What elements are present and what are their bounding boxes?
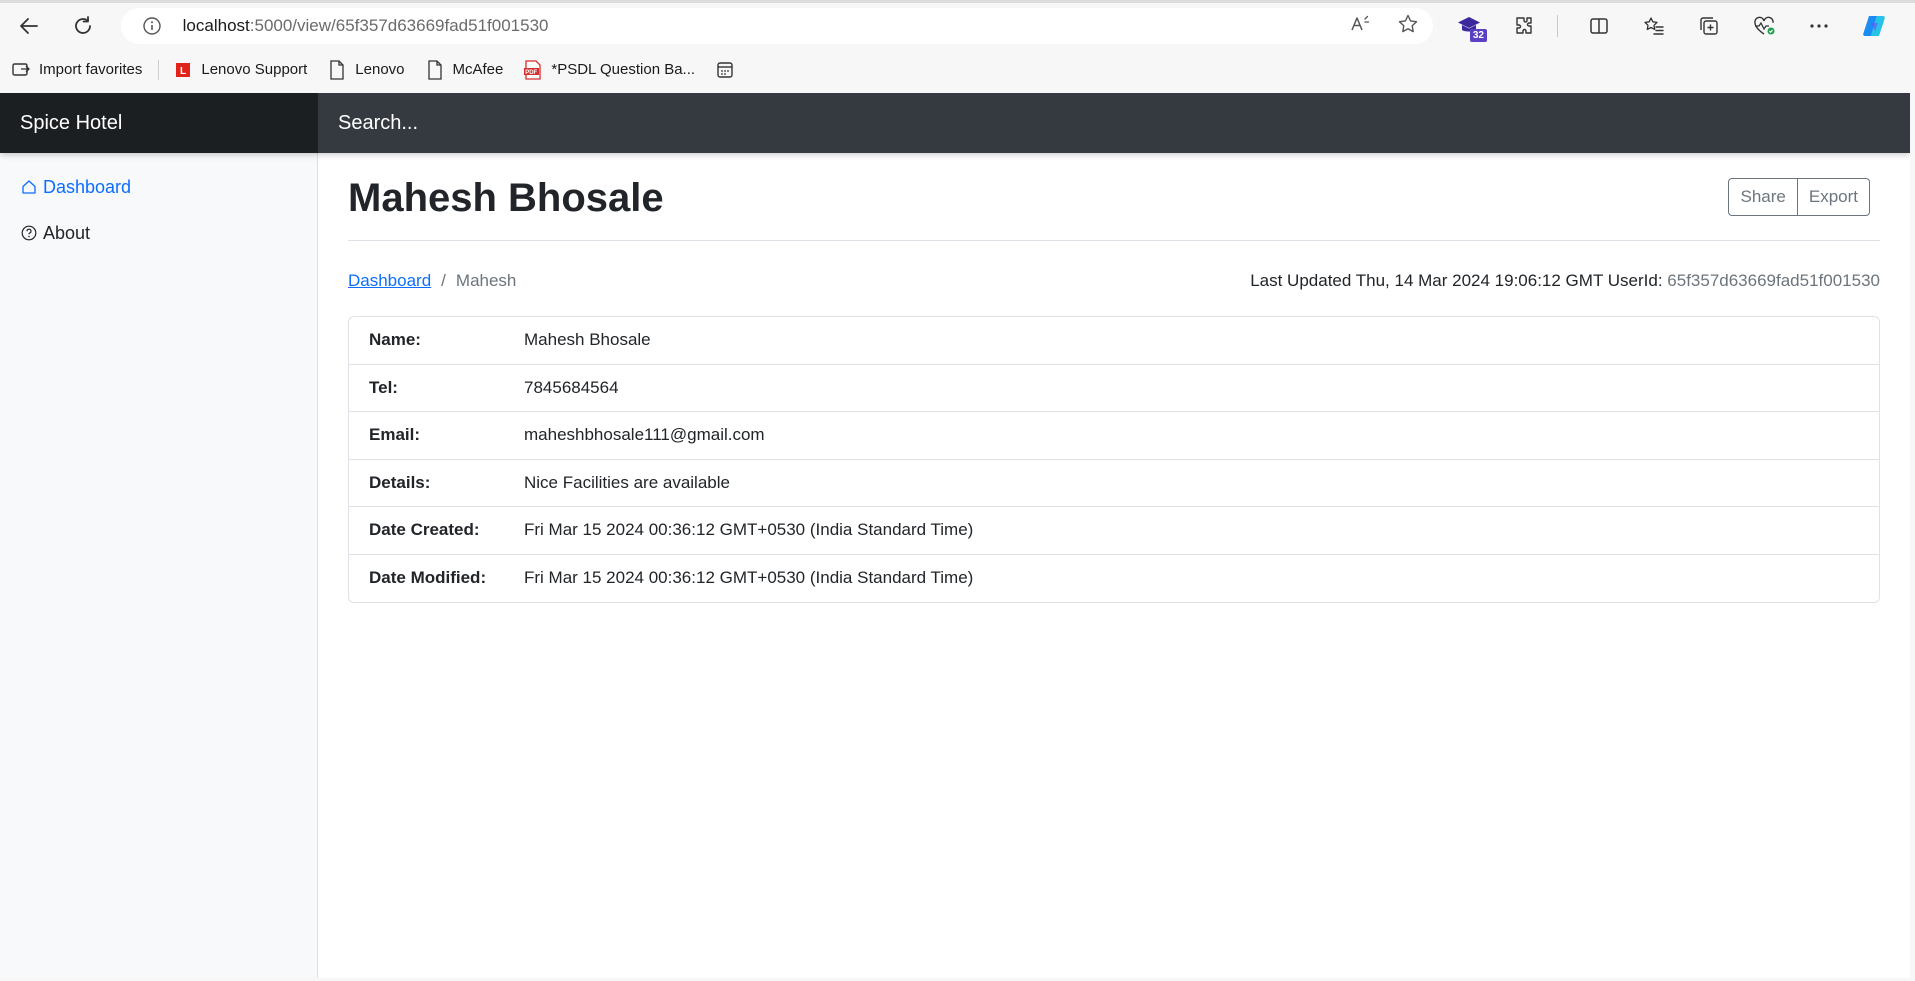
address-bar[interactable]: localhost:5000/view/65f357d63669fad51f00… — [120, 8, 1433, 44]
page-icon — [327, 59, 347, 80]
url-path: :5000/view/65f357d63669fad51f001530 — [249, 16, 549, 35]
table-row: Tel: 7845684564 — [349, 365, 1879, 412]
split-screen-icon[interactable] — [1585, 12, 1613, 40]
field-value: Fri Mar 15 2024 00:36:12 GMT+0530 (India… — [524, 520, 974, 540]
page-header: Mahesh Bhosale Share Export — [348, 153, 1880, 241]
action-button-group: Share Export — [1728, 178, 1870, 216]
browser-essentials-icon[interactable] — [1750, 12, 1778, 40]
extension-badge: 32 — [1469, 29, 1487, 42]
page-icon — [425, 59, 445, 80]
field-label: Email: — [369, 425, 421, 445]
favorite-lenovo-support[interactable]: L Lenovo Support — [173, 60, 307, 80]
copilot-icon[interactable] — [1860, 12, 1888, 40]
back-arrow-icon — [19, 18, 38, 34]
page-layout: Dashboard About Mahesh Bhosale Share Exp… — [0, 153, 1910, 978]
search-area — [318, 93, 1910, 153]
last-updated-text: Last Updated Thu, 14 Mar 2024 19:06:12 G… — [1250, 271, 1663, 290]
field-label: Date Modified: — [369, 568, 487, 588]
question-circle-icon — [20, 224, 38, 242]
field-label: Tel: — [369, 377, 398, 397]
favorite-label: McAfee — [452, 61, 504, 78]
web-app: Spice Hotel Dashboard About Mahesh Bhosa… — [0, 93, 1910, 978]
url-host: localhost — [182, 16, 250, 35]
browser-toolbar: localhost:5000/view/65f357d63669fad51f00… — [0, 0, 1915, 52]
address-url[interactable]: localhost:5000/view/65f357d63669fad51f00… — [183, 16, 549, 36]
collections-icon[interactable] — [1695, 12, 1723, 40]
tab-strip-edge — [0, 0, 1915, 3]
favorite-import[interactable]: Import favorites — [11, 60, 142, 80]
field-value: Nice Facilities are available — [524, 472, 730, 492]
import-favorites-icon — [11, 60, 31, 80]
pdf-icon: PDF — [523, 59, 543, 80]
read-aloud-icon[interactable] — [1349, 13, 1371, 40]
app-navbar: Spice Hotel — [0, 93, 1910, 153]
table-row: Name: Mahesh Bhosale — [349, 317, 1879, 365]
address-actions — [1349, 8, 1419, 44]
favorite-mcafee[interactable]: McAfee — [425, 59, 504, 80]
sidebar: Dashboard About — [0, 153, 318, 978]
sidebar-item-label: About — [43, 222, 91, 243]
breadcrumb: Dashboard / Mahesh — [348, 271, 516, 291]
table-row: Email: maheshbhosale111@gmail.com — [349, 412, 1879, 460]
field-value: 7845684564 — [524, 377, 619, 397]
breadcrumb-row: Dashboard / Mahesh Last Updated Thu, 14 … — [348, 271, 1880, 291]
page-title: Mahesh Bhosale — [348, 176, 664, 220]
favorite-label: Import favorites — [39, 61, 143, 78]
favorites-list-icon[interactable] — [1640, 12, 1668, 40]
toolbar-divider — [1557, 15, 1558, 37]
sidebar-item-about[interactable]: About — [0, 221, 317, 245]
favorite-label: *PSDL Question Ba... — [551, 61, 696, 78]
details-table: Name: Mahesh Bhosale Tel: 7845684564 Ema… — [348, 316, 1880, 603]
favorite-label: Lenovo Support — [201, 61, 308, 78]
breadcrumb-separator: / — [441, 271, 446, 290]
last-updated-info: Last Updated Thu, 14 Mar 2024 19:06:12 G… — [1250, 271, 1880, 291]
field-value: Mahesh Bhosale — [524, 330, 651, 350]
table-row: Date Modified: Fri Mar 15 2024 00:36:12 … — [349, 555, 1879, 603]
favorites-bar: Import favorites L Lenovo Support Lenovo… — [0, 52, 1915, 87]
favorites-divider — [158, 59, 160, 80]
breadcrumb-dashboard-link[interactable]: Dashboard — [348, 271, 431, 291]
svg-text:L: L — [180, 66, 186, 77]
user-id: 65f357d63669fad51f001530 — [1667, 271, 1880, 290]
site-info-icon[interactable] — [141, 15, 163, 37]
table-row: Date Created: Fri Mar 15 2024 00:36:12 G… — [349, 507, 1879, 555]
favorite-psdl[interactable]: PDF *PSDL Question Ba... — [523, 59, 696, 80]
lenovo-logo-icon: L — [173, 60, 193, 80]
more-options-icon[interactable] — [1805, 12, 1833, 40]
favorite-label: Lenovo — [355, 61, 405, 78]
export-button[interactable]: Export — [1797, 178, 1870, 216]
field-label: Name: — [369, 330, 421, 350]
search-input[interactable] — [338, 111, 738, 135]
share-button[interactable]: Share — [1728, 178, 1798, 216]
calendar-app-icon — [715, 60, 735, 80]
sidebar-item-label: Dashboard — [43, 176, 132, 197]
svg-text:PDF: PDF — [526, 69, 538, 75]
breadcrumb-current: Mahesh — [455, 271, 517, 290]
main-content: Mahesh Bhosale Share Export Dashboard / … — [318, 153, 1910, 978]
field-label: Details: — [369, 472, 431, 492]
sidebar-item-dashboard[interactable]: Dashboard — [0, 175, 317, 199]
home-icon — [20, 178, 38, 196]
favorite-folder[interactable] — [715, 60, 743, 80]
refresh-icon — [75, 16, 91, 34]
brand-logo[interactable]: Spice Hotel — [0, 93, 318, 153]
extensions-puzzle-icon[interactable] — [1510, 12, 1538, 40]
favorite-star-icon[interactable] — [1397, 13, 1419, 40]
field-value: maheshbhosale111@gmail.com — [524, 425, 765, 445]
field-value: Fri Mar 15 2024 00:36:12 GMT+0530 (India… — [524, 568, 974, 588]
field-label: Date Created: — [369, 520, 480, 540]
favorite-lenovo[interactable]: Lenovo — [327, 59, 405, 80]
browser-extensions: 32 — [1455, 12, 1915, 42]
extension-graduation-icon[interactable]: 32 — [1455, 12, 1487, 42]
back-button[interactable] — [15, 12, 42, 40]
table-row: Details: Nice Facilities are available — [349, 460, 1879, 507]
refresh-button[interactable] — [69, 12, 96, 40]
